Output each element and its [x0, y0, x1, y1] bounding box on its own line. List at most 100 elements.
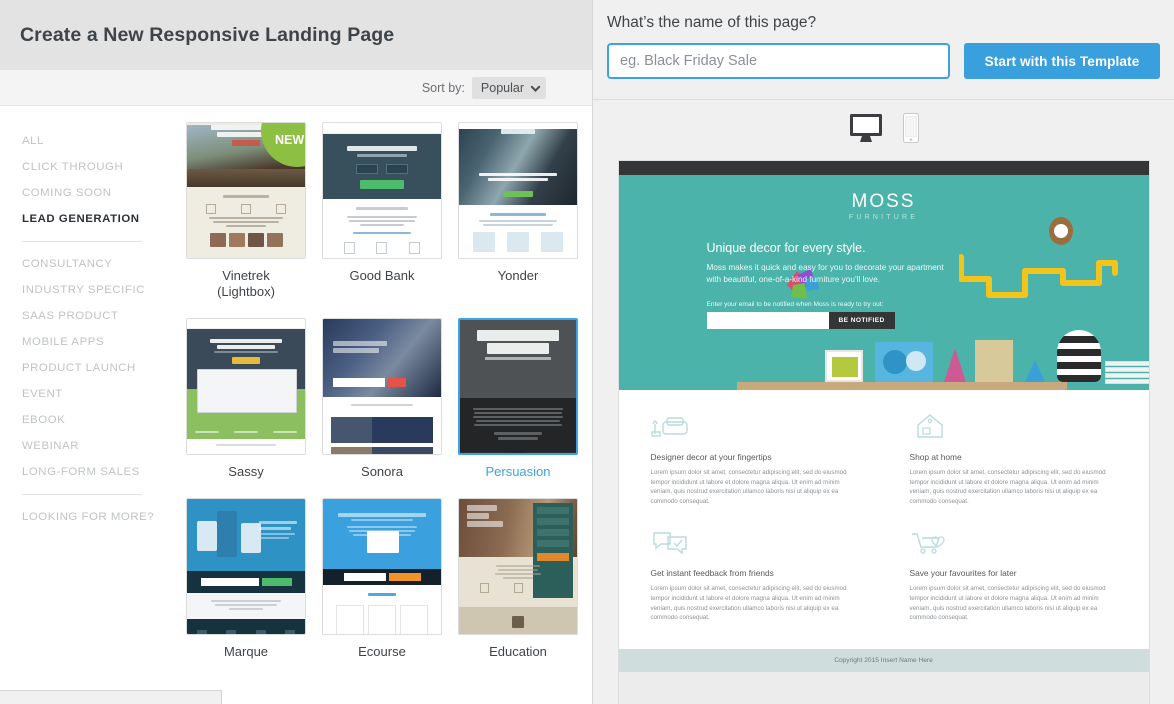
preview-email-label: Enter your email to be notified when Mos… — [707, 301, 947, 308]
preview-topbar — [619, 161, 1149, 175]
preview-bottom-gap — [619, 672, 1149, 704]
feature-body: Lorem ipsum dolor sit amet, consectetur … — [651, 584, 858, 622]
template-card-ecourse[interactable]: Ecourse — [322, 498, 442, 660]
template-thumbnail[interactable] — [458, 498, 578, 635]
horizontal-scrollbar[interactable] — [0, 690, 222, 704]
sidebar-item-lead-generation[interactable]: LEAD GENERATION — [22, 206, 180, 232]
thumbnail-art — [187, 499, 305, 634]
sort-dropdown[interactable]: Popular — [472, 77, 546, 99]
template-thumbnail[interactable]: Check Out This Stuff — [458, 318, 578, 455]
app-root: Create a New Responsive Landing Page Sor… — [0, 0, 1174, 704]
template-card-yonder[interactable]: Yonder — [458, 122, 578, 300]
feature-title: Save your favourites for later — [910, 568, 1117, 578]
new-badge-label: NEW — [275, 133, 304, 147]
name-form: What’s the name of this page? Start with… — [593, 0, 1174, 100]
shelf-decoration-icon — [959, 249, 1119, 299]
template-thumbnail[interactable] — [322, 122, 442, 259]
sidebar-item-looking-for-more[interactable]: LOOKING FOR MORE? — [22, 504, 180, 530]
sidebar-divider-bottom — [22, 494, 142, 495]
page-name-question: What’s the name of this page? — [607, 14, 1160, 32]
template-card-vinetrek[interactable]: NEW Vinetrek(Lightbox) — [186, 122, 306, 300]
template-thumbnail[interactable] — [322, 498, 442, 635]
sort-selected-value: Popular — [481, 81, 524, 95]
sidebar-item-consultancy[interactable]: CONSULTANCY — [22, 251, 180, 277]
template-name: Persuasion — [458, 464, 578, 480]
sidebar-item-coming-soon[interactable]: COMING SOON — [22, 180, 180, 206]
desktop-icon[interactable] — [849, 113, 883, 148]
sidebar-item-product-launch[interactable]: PRODUCT LAUNCH — [22, 355, 180, 381]
template-name: Education — [458, 644, 578, 660]
sidebar-item-webinar[interactable]: WEBINAR — [22, 433, 180, 459]
preview-hero-copy: Unique decor for every style. Moss makes… — [707, 241, 947, 329]
page-title: Create a New Responsive Landing Page — [20, 24, 394, 47]
preview-notify-button[interactable]: BE NOTIFIED — [829, 312, 895, 329]
template-thumbnail[interactable]: NEW — [186, 122, 306, 259]
radio-object — [875, 342, 933, 382]
start-with-template-button[interactable]: Start with this Template — [964, 43, 1160, 79]
template-preview-wrapper: MOSS FURNITURE Unique — [593, 160, 1174, 704]
template-grid: NEW Vinetrek(Lightbox) — [180, 122, 582, 660]
sidebar-item-ebook[interactable]: EBOOK — [22, 407, 180, 433]
sidebar-item-click-through[interactable]: CLICK THROUGH — [22, 154, 180, 180]
sort-bar: Sort by: Popular — [0, 70, 592, 106]
preview-brand: MOSS FURNITURE — [619, 191, 1149, 221]
template-card-good-bank[interactable]: Good Bank — [322, 122, 442, 300]
sidebar-item-event[interactable]: EVENT — [22, 381, 180, 407]
chat-icon — [651, 528, 691, 556]
feature-body: Lorem ipsum dolor sit amet, consectetur … — [651, 468, 858, 506]
picture-frame-object — [825, 350, 863, 382]
sidebar-item-mobile-apps[interactable]: MOBILE APPS — [22, 329, 180, 355]
sidebar-item-long-form-sales[interactable]: LONG-FORM SALES — [22, 459, 180, 485]
brand-name: MOSS — [619, 191, 1149, 213]
thumbnail-art — [323, 499, 441, 634]
template-thumbnail[interactable] — [186, 498, 306, 635]
name-input-row: Start with this Template — [607, 43, 1160, 79]
template-thumbnail[interactable] — [458, 122, 578, 259]
feature-title: Shop at home — [910, 452, 1117, 462]
mobile-icon[interactable] — [903, 113, 919, 148]
sidebar-item-saas-product[interactable]: SAAS PRODUCT — [22, 303, 180, 329]
tree-object — [944, 348, 966, 382]
preview-features: Designer decor at your fingertips Lorem … — [619, 390, 1149, 629]
template-name: Sonora — [322, 464, 442, 480]
preview-hero: MOSS FURNITURE Unique — [619, 175, 1149, 390]
template-name: Vinetrek(Lightbox) — [186, 268, 306, 300]
feature-body: Lorem ipsum dolor sit amet, consectetur … — [910, 468, 1117, 506]
blue-cone-object — [1025, 360, 1045, 382]
device-toggle-group — [593, 100, 1174, 160]
category-sidebar: ALL CLICK THROUGH COMING SOON LEAD GENER… — [0, 106, 180, 704]
chevron-down-icon — [531, 82, 541, 92]
shelf-plank — [737, 382, 1067, 390]
template-name: Sassy — [186, 464, 306, 480]
preview-email-form: BE NOTIFIED — [707, 312, 947, 329]
thumbnail-art — [459, 499, 577, 634]
template-card-marque[interactable]: Marque — [186, 498, 306, 660]
preview-email-input[interactable] — [707, 312, 829, 329]
feature-item: Designer decor at your fingertips Lorem … — [651, 412, 858, 506]
preview-panel: What’s the name of this page? Start with… — [592, 0, 1174, 704]
thumbnail-art — [323, 123, 441, 258]
chooser-body: ALL CLICK THROUGH COMING SOON LEAD GENER… — [0, 106, 592, 704]
template-thumbnail[interactable] — [322, 318, 442, 455]
template-card-persuasion[interactable]: Check Out This Stuff Persuasion — [458, 318, 578, 480]
template-thumbnail[interactable] — [186, 318, 306, 455]
feature-body: Lorem ipsum dolor sit amet, consectetur … — [910, 584, 1117, 622]
sidebar-item-industry-specific[interactable]: INDUSTRY SPECIFIC — [22, 277, 180, 303]
template-card-sonora[interactable]: Sonora — [322, 318, 442, 480]
sofa-icon — [651, 412, 691, 440]
template-name: Marque — [186, 644, 306, 660]
sidebar-divider-top — [22, 241, 142, 242]
feature-item: Shop at home Lorem ipsum dolor sit amet,… — [910, 412, 1117, 506]
template-card-education[interactable]: Education — [458, 498, 578, 660]
template-card-sassy[interactable]: Sassy — [186, 318, 306, 480]
thumbnail-art — [459, 123, 577, 258]
sort-label: Sort by: — [422, 81, 465, 95]
template-preview: MOSS FURNITURE Unique — [618, 160, 1150, 704]
clock-decoration-icon — [1049, 217, 1073, 245]
books-object — [1105, 360, 1150, 382]
preview-feature-grid: Designer decor at your fingertips Lorem … — [651, 412, 1117, 623]
cart-heart-icon — [910, 528, 950, 556]
page-name-input[interactable] — [607, 43, 950, 79]
sidebar-item-all[interactable]: ALL — [22, 128, 180, 154]
thumbnail-art: Check Out This Stuff — [460, 320, 576, 453]
